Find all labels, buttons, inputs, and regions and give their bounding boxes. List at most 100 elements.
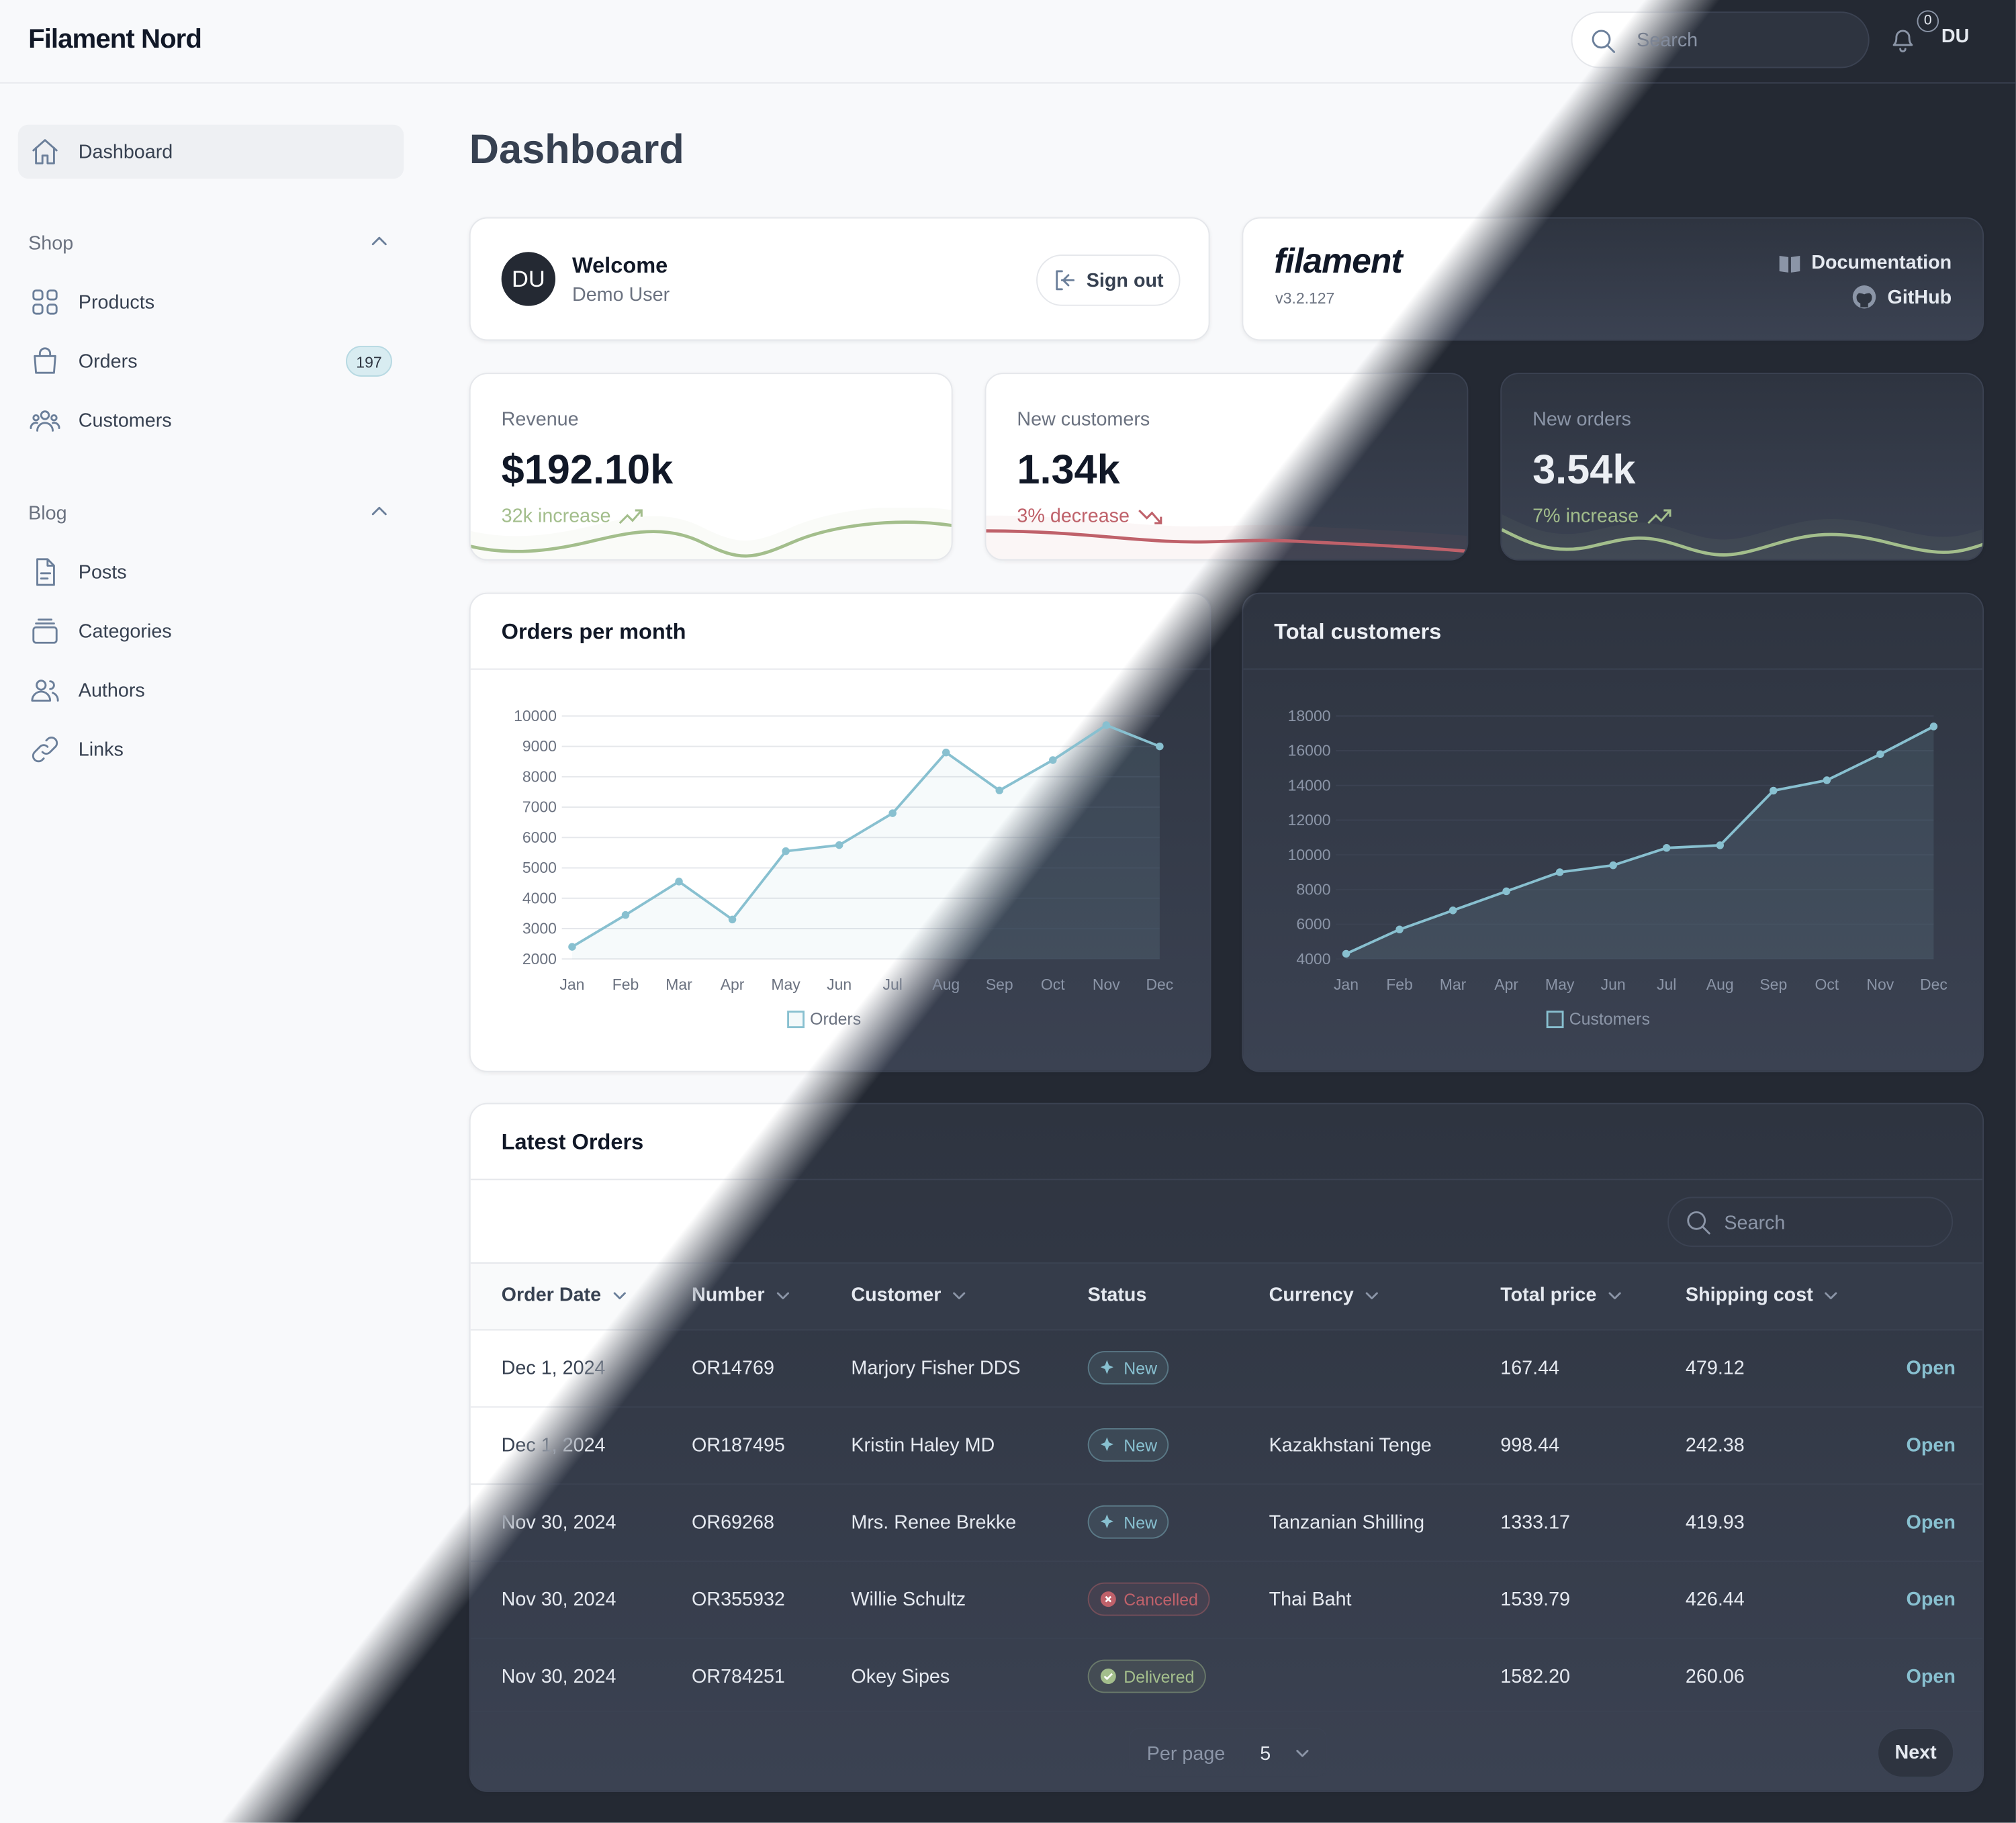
order-number: OR187495 bbox=[692, 1434, 785, 1457]
sidebar-item-posts[interactable]: Posts bbox=[18, 545, 404, 599]
legend-label: Customers bbox=[1569, 1010, 1650, 1029]
shipping-cost: 479.12 bbox=[1685, 1357, 1745, 1380]
github-link[interactable]: GitHub bbox=[1851, 284, 1952, 310]
data-point bbox=[1555, 868, 1564, 876]
welcome-title: Welcome bbox=[571, 253, 668, 278]
data-point bbox=[728, 915, 737, 924]
data-point bbox=[1662, 844, 1671, 852]
column-label: Number bbox=[692, 1284, 765, 1307]
order-number: OR355932 bbox=[692, 1589, 785, 1611]
currency: Thai Baht bbox=[1269, 1589, 1352, 1611]
data-point bbox=[1049, 756, 1057, 764]
sidebar-item-authors[interactable]: Authors bbox=[18, 663, 404, 717]
currency: Tanzanian Shilling bbox=[1269, 1511, 1425, 1534]
column-label: Status bbox=[1087, 1284, 1147, 1307]
data-point bbox=[1716, 841, 1724, 849]
per-page-select[interactable]: Per page 5 bbox=[1128, 1728, 1327, 1778]
x-tick-label: Jul bbox=[882, 976, 902, 993]
sign-out-button[interactable]: Sign out bbox=[1036, 254, 1181, 306]
order-number: OR69268 bbox=[692, 1511, 774, 1534]
x-tick-label: Mar bbox=[666, 976, 692, 993]
y-tick-label: 6000 bbox=[1296, 915, 1330, 933]
document-icon bbox=[36, 558, 55, 586]
table-title: Latest Orders bbox=[501, 1129, 644, 1155]
check-circle-icon bbox=[1100, 1669, 1116, 1684]
customer-name: Willie Schultz bbox=[851, 1589, 966, 1611]
series-area bbox=[1346, 726, 1934, 960]
chevron-down-icon bbox=[1825, 1291, 1837, 1299]
column-label: Currency bbox=[1269, 1284, 1354, 1307]
column-header-number[interactable]: Number bbox=[692, 1284, 790, 1307]
x-tick-label: Feb bbox=[1386, 976, 1413, 993]
global-search-input[interactable]: Search bbox=[1571, 11, 1870, 68]
brand-logo[interactable]: Filament Nord bbox=[28, 24, 202, 55]
y-tick-label: 8000 bbox=[522, 767, 557, 785]
data-point bbox=[1156, 742, 1164, 751]
sidebar-item-label: Dashboard bbox=[78, 140, 173, 163]
sidebar-group-blog[interactable]: Blog bbox=[28, 503, 66, 525]
total-price: 167.44 bbox=[1500, 1357, 1560, 1380]
documentation-link[interactable]: Documentation bbox=[1778, 252, 1952, 274]
table-row[interactable]: Nov 30, 2024 OR355932 Willie Schultz Can… bbox=[470, 1560, 1983, 1638]
next-page-button[interactable]: Next bbox=[1877, 1728, 1955, 1778]
x-tick-label: Apr bbox=[721, 976, 745, 993]
sidebar-item-orders[interactable]: Orders 197 bbox=[18, 334, 404, 388]
sidebar-item-links[interactable]: Links bbox=[18, 722, 404, 776]
sidebar-item-label: Products bbox=[78, 291, 155, 314]
x-tick-label: Oct bbox=[1815, 976, 1839, 993]
search-icon bbox=[1687, 1211, 1710, 1235]
stat-label: Revenue bbox=[501, 408, 579, 431]
customer-name: Kristin Haley MD bbox=[851, 1434, 995, 1457]
customers-chart: 4000 6000 8000 10000 12000 14000 16000 18000 Jan… bbox=[1288, 707, 1948, 1029]
x-tick-label: Jan bbox=[1334, 976, 1359, 993]
sign-out-label: Sign out bbox=[1086, 269, 1164, 291]
data-point bbox=[995, 786, 1004, 794]
column-header-total-price[interactable]: Total price bbox=[1500, 1284, 1622, 1306]
sidebar-item-label: Categories bbox=[78, 620, 172, 643]
open-order-link[interactable]: Open bbox=[1907, 1589, 1956, 1611]
sidebar-item-label: Authors bbox=[78, 679, 145, 702]
user-avatar[interactable]: DU bbox=[1941, 26, 1969, 48]
sparkles-icon bbox=[1100, 1514, 1113, 1529]
sidebar-item-products[interactable]: Products bbox=[18, 275, 404, 329]
status-badge: New bbox=[1087, 1351, 1169, 1385]
y-tick-label: 5000 bbox=[522, 859, 557, 876]
documentation-label: Documentation bbox=[1811, 252, 1952, 274]
open-order-link[interactable]: Open bbox=[1907, 1511, 1956, 1534]
table-row[interactable]: Nov 30, 2024 OR784251 Okey Sipes Deliver… bbox=[470, 1638, 1983, 1715]
sidebar-group-shop[interactable]: Shop bbox=[28, 233, 73, 255]
sidebar-item-customers[interactable]: Customers bbox=[18, 393, 404, 447]
divider bbox=[470, 1178, 1983, 1180]
order-date: Nov 30, 2024 bbox=[501, 1589, 616, 1611]
customer-name: Mrs. Renee Brekke bbox=[851, 1511, 1017, 1534]
table-row[interactable]: Dec 1, 2024 OR14769 Marjory Fisher DDS N… bbox=[470, 1329, 1983, 1407]
bell-icon[interactable] bbox=[1888, 24, 1917, 55]
chevron-up-icon[interactable] bbox=[370, 504, 388, 519]
column-header-currency[interactable]: Currency bbox=[1269, 1284, 1379, 1307]
column-header-shipping-cost[interactable]: Shipping cost bbox=[1686, 1284, 1839, 1306]
x-tick-label: Sep bbox=[1759, 976, 1787, 993]
sidebar-item-label: Links bbox=[78, 738, 124, 761]
shipping-cost: 419.93 bbox=[1685, 1511, 1745, 1534]
column-header-customer[interactable]: Customer bbox=[851, 1284, 966, 1306]
avatar: DU bbox=[501, 252, 556, 306]
sidebar-item-categories[interactable]: Categories bbox=[18, 604, 404, 658]
status-badge: Cancelled bbox=[1087, 1582, 1210, 1616]
data-point bbox=[942, 748, 950, 757]
open-order-link[interactable]: Open bbox=[1907, 1358, 1956, 1380]
chevron-up-icon[interactable] bbox=[370, 234, 388, 249]
customer-name: Marjory Fisher DDS bbox=[851, 1357, 1021, 1380]
y-tick-label: 4000 bbox=[1296, 950, 1330, 968]
table-row[interactable]: Nov 30, 2024 OR69268 Mrs. Renee Brekke N… bbox=[470, 1483, 1983, 1560]
table-search-input[interactable]: Search bbox=[1667, 1197, 1954, 1248]
column-label: Order Date bbox=[501, 1284, 602, 1307]
column-header-order-date[interactable]: Order Date bbox=[501, 1284, 627, 1307]
sidebar-item-dashboard[interactable]: Dashboard bbox=[17, 124, 404, 179]
x-tick-label: May bbox=[771, 976, 800, 993]
open-order-link[interactable]: Open bbox=[1907, 1666, 1956, 1688]
open-order-link[interactable]: Open bbox=[1907, 1435, 1956, 1457]
shopping-bag-icon bbox=[34, 347, 56, 374]
y-tick-label: 2000 bbox=[522, 950, 557, 968]
column-header-status[interactable]: Status bbox=[1088, 1284, 1147, 1307]
table-row[interactable]: Dec 1, 2024 OR187495 Kristin Haley MD Ne… bbox=[470, 1406, 1983, 1483]
